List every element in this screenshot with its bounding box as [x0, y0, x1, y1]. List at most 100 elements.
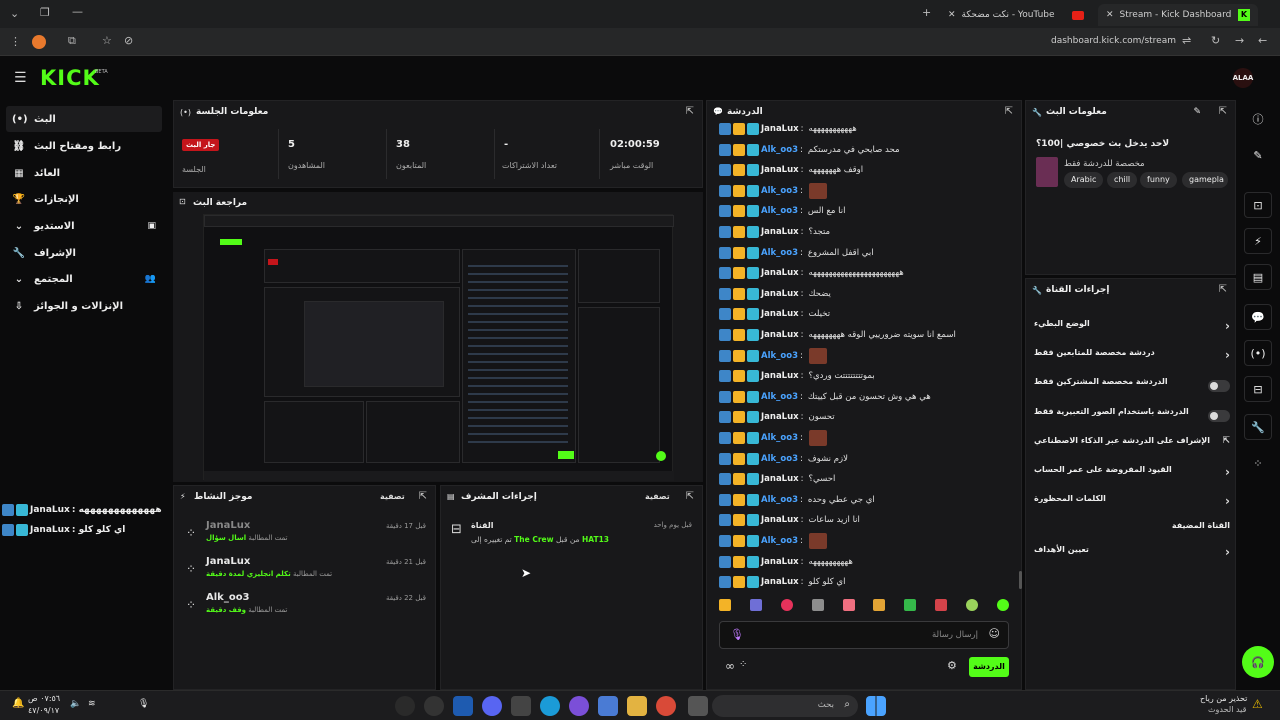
shield-icon[interactable]	[453, 696, 473, 716]
emote-pot-icon[interactable]	[904, 599, 917, 611]
edge-icon[interactable]	[540, 696, 560, 716]
chat-username[interactable]: JanaLux	[761, 330, 799, 340]
emoji-icon[interactable]: ☺	[989, 627, 1000, 640]
set-goals-row[interactable]: تعيين الأهداف ›	[1034, 545, 1230, 565]
chat-username[interactable]: JanaLux	[761, 474, 799, 484]
support-icon[interactable]: 🎧	[1242, 646, 1274, 678]
discord-icon[interactable]	[482, 696, 502, 716]
cube-icon[interactable]	[598, 696, 618, 716]
chat-username[interactable]: Alk_oo3	[761, 351, 798, 361]
new-tab-icon[interactable]: +	[922, 6, 931, 19]
copilot-icon[interactable]	[569, 696, 589, 716]
emote-only-toggle[interactable]	[1208, 410, 1230, 422]
profile-icon[interactable]	[32, 35, 46, 49]
expand-icon[interactable]: ⇱	[1219, 284, 1227, 295]
tag-chill[interactable]: chill	[1107, 172, 1138, 188]
wifi-icon[interactable]: ≋	[88, 699, 96, 709]
microphone-icon[interactable]: 🎙	[730, 628, 744, 641]
expand-icon[interactable]: ⇱	[1219, 106, 1227, 117]
eye-off-icon[interactable]: ⊘	[124, 34, 133, 47]
edit-icon[interactable]: ✎	[1244, 142, 1272, 168]
chat-username[interactable]: Alk_oo3	[761, 392, 798, 402]
expand-icon[interactable]: ⇱	[686, 106, 694, 117]
slow-mode-row[interactable]: الوضع البطيء ›	[1034, 319, 1230, 339]
chat-username[interactable]: JanaLux	[761, 412, 799, 422]
emote-bug-icon[interactable]	[749, 599, 762, 611]
expand-icon[interactable]: ⇱	[1005, 106, 1013, 117]
chat-username[interactable]: Alk_oo3	[761, 536, 798, 546]
minimize-icon[interactable]: —	[72, 5, 83, 18]
community-dots-icon[interactable]: ⁘	[1244, 450, 1272, 476]
chat-username[interactable]: JanaLux	[761, 268, 799, 278]
forward-icon[interactable]: →	[1235, 34, 1244, 47]
tag-arabic[interactable]: Arabic	[1064, 172, 1104, 188]
account-age-row[interactable]: القيود المفروضة على عمر الحساب ›	[1034, 465, 1230, 485]
tag-gameplay[interactable]: gamepla	[1182, 172, 1228, 188]
expand-icon[interactable]: ⇱	[686, 491, 694, 502]
chat-username[interactable]: JanaLux	[761, 515, 799, 525]
chat-username[interactable]: Alk_oo3	[761, 433, 798, 443]
store-icon[interactable]	[511, 696, 531, 716]
reload-icon[interactable]: ↻	[1211, 34, 1220, 47]
taskbar-search[interactable]: ⌕ بحث	[712, 695, 858, 717]
emote-skull-icon[interactable]	[966, 599, 978, 611]
emote-ghost-icon[interactable]	[811, 599, 824, 611]
emote-monster-icon[interactable]	[935, 599, 948, 611]
activity-filter-button[interactable]: تصفية	[380, 492, 405, 501]
ai-moderation-row[interactable]: الإشراف على الدردشة عبر الذكاء الاصطناعي…	[1034, 436, 1230, 456]
infinity-icon[interactable]: ∞	[725, 659, 735, 673]
chat-username[interactable]: Alk_oo3	[761, 186, 798, 196]
hamburger-menu-icon[interactable]: ☰	[14, 70, 27, 86]
sidebar-item-drops[interactable]: ⇩ الإنزالات و الجوائز	[6, 293, 162, 319]
menu-icon[interactable]: ⋮	[10, 35, 21, 48]
info-icon[interactable]: ⓘ	[1244, 106, 1272, 132]
emote-cat-icon[interactable]	[873, 599, 886, 611]
broadcast-icon[interactable]: (•)	[1244, 340, 1272, 366]
layout-icon[interactable]: ⊟	[1244, 376, 1272, 402]
chat-send-button[interactable]: الدردشة	[969, 657, 1009, 677]
sidebar-item-revenue[interactable]: ▦ العائد	[6, 160, 162, 186]
lightning-icon[interactable]: ⚡	[1244, 228, 1272, 254]
edit-pencil-icon[interactable]: ✎	[1193, 107, 1201, 117]
tab-youtube[interactable]: ✕ نكت مضحكة - YouTube	[940, 4, 1092, 26]
chat-username[interactable]: JanaLux	[761, 577, 799, 587]
chat-username[interactable]: Alk_oo3	[761, 206, 798, 216]
emote-heart-icon[interactable]	[780, 599, 793, 611]
host-channel-row[interactable]: القناة المضيفة	[1034, 521, 1230, 541]
windows-start-icon[interactable]	[866, 696, 886, 716]
window-icon[interactable]	[688, 696, 708, 716]
microphone-icon[interactable]: 🎙	[138, 699, 149, 709]
wrench-icon[interactable]: 🔧	[1244, 414, 1272, 440]
tab-search-icon[interactable]: ⌄	[10, 7, 19, 20]
url-field[interactable]: dashboard.kick.com/stream	[1000, 36, 1176, 46]
kick-logo[interactable]: KICK	[40, 66, 100, 90]
site-settings-icon[interactable]: ⇌	[1182, 34, 1191, 47]
chat-username[interactable]: JanaLux	[761, 165, 799, 175]
chat-username[interactable]: Alk_oo3	[761, 145, 798, 155]
chrome-icon[interactable]	[656, 696, 676, 716]
expand-icon[interactable]: ⇱	[419, 491, 427, 502]
bookmark-icon[interactable]: ☆	[102, 34, 112, 47]
sidebar-item-moderation[interactable]: 🔧 الإشراف	[6, 240, 162, 266]
emote-crown-icon[interactable]	[719, 599, 731, 611]
chat-input[interactable]: 🎙 إرسال رسالة ☺	[719, 621, 1009, 649]
folder-icon[interactable]	[627, 696, 647, 716]
sidebar-item-stream[interactable]: (•) البث	[6, 106, 162, 132]
document-icon[interactable]: ▤	[1244, 264, 1272, 290]
tag-funny[interactable]: funny	[1140, 172, 1177, 188]
subscribers-only-toggle[interactable]	[1208, 380, 1230, 392]
chat-username[interactable]: JanaLux	[761, 309, 799, 319]
chat-username[interactable]: Alk_oo3	[761, 454, 798, 464]
chat-username[interactable]: JanaLux	[761, 124, 799, 134]
chat-username[interactable]: JanaLux	[761, 557, 799, 567]
chat-username[interactable]: JanaLux	[761, 289, 799, 299]
chat-scrollbar[interactable]	[1019, 571, 1022, 589]
chat-bubble-icon[interactable]: 💬	[1244, 304, 1272, 330]
chat-username[interactable]: JanaLux	[761, 371, 799, 381]
sidebar-item-achievements[interactable]: 🏆 الإنجازات	[6, 186, 162, 212]
banned-words-row[interactable]: الكلمات المحظورة ›	[1034, 494, 1230, 514]
community-dots-icon[interactable]: ⁘	[739, 659, 747, 670]
close-icon[interactable]: ✕	[948, 10, 956, 20]
volume-icon[interactable]: 🔈	[70, 699, 81, 709]
mod-filter-button[interactable]: تصفية	[645, 492, 670, 501]
